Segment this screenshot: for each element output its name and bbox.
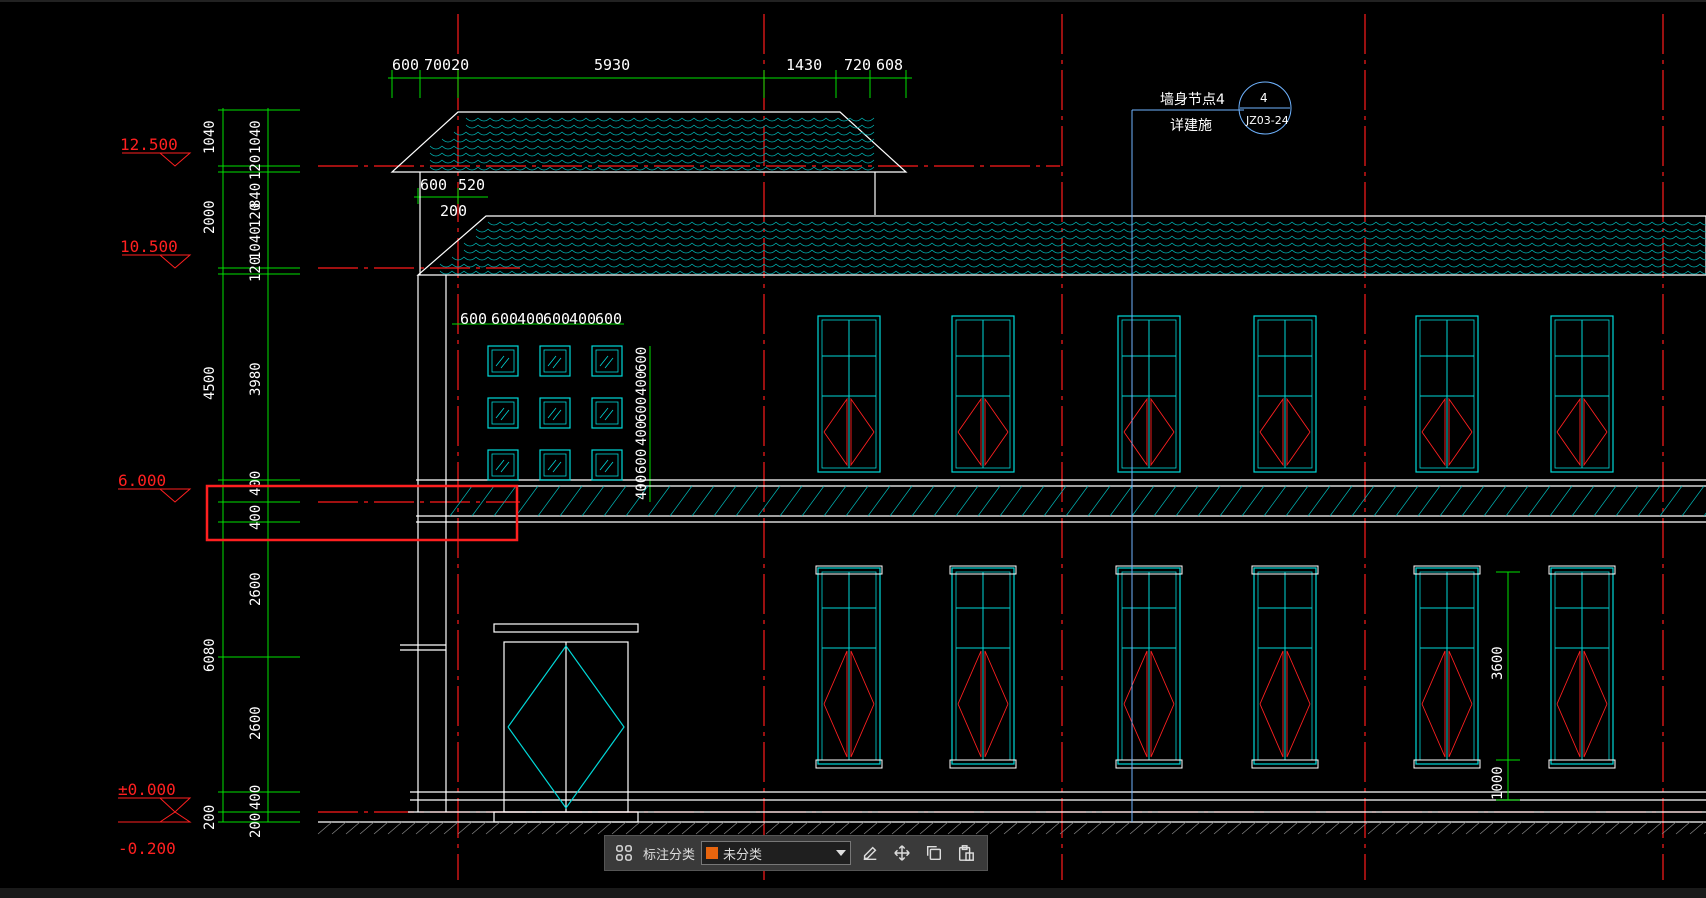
win-dim-2: 600 [491, 310, 518, 328]
win-dim-5: 400 [569, 310, 596, 328]
left-inner-1: 1040 [248, 120, 264, 154]
category-color-swatch [706, 847, 719, 859]
win-vdim-3: 400 [634, 421, 650, 446]
callout-line2: 详建施 [1170, 118, 1212, 134]
win-vdim-5: 400 [634, 371, 650, 396]
callout-line1: 墙身节点4 [1160, 92, 1225, 108]
top-dim-5: 720 [844, 56, 871, 74]
left-inner-10: 2600 [248, 572, 264, 606]
left-inner-6: 120 [248, 257, 264, 282]
left-inner-2: 120 [248, 155, 264, 180]
left-outer-1: 1040 [202, 120, 218, 154]
elev-0000: ±0.000 [118, 780, 176, 799]
left-inner-8: 400 [248, 471, 264, 496]
win-vdim-6: 600 [634, 347, 650, 372]
roof-tile-pattern [429, 117, 1706, 275]
left-inner-4: 120 [248, 203, 264, 228]
win-dim-4: 600 [543, 310, 570, 328]
left-inner-11: 2600 [248, 706, 264, 740]
win-dim-6: 600 [595, 310, 622, 328]
axis-grid-lines [318, 14, 1706, 880]
right-dim-1: 3600 [1490, 646, 1506, 680]
category-select[interactable]: 未分类 [701, 841, 852, 865]
grid-apps-icon[interactable] [611, 840, 637, 866]
right-dimension [1496, 571, 1520, 801]
left-outer-5: 200 [202, 805, 218, 830]
top-dim-4: 1430 [786, 56, 822, 74]
left-outer-2: 2000 [202, 200, 218, 234]
windows-group [815, 315, 1616, 769]
win-dim-3: 400 [517, 310, 544, 328]
top-dim-6: 608 [876, 56, 903, 74]
cad-drawing-canvas[interactable]: 600 70020 5930 1430 720 608 600 520 200 … [0, 0, 1706, 898]
win-dim-1: 600 [460, 310, 487, 328]
chevron-down-icon [836, 850, 847, 856]
callout-num: 4 [1260, 91, 1268, 105]
elev-12500: 12.500 [120, 135, 178, 154]
status-strip [0, 888, 1706, 898]
left-inner-9: 400 [248, 505, 264, 530]
top-dim-2: 70020 [424, 56, 469, 74]
copy-icon[interactable] [921, 840, 947, 866]
top-dim-1: 600 [392, 56, 419, 74]
left-outer-4: 6080 [202, 638, 218, 672]
left-outer-3: 4500 [202, 366, 218, 400]
toolbar-label: 标注分类 [643, 847, 696, 863]
small-windows-group [487, 345, 623, 481]
roof-dim-3: 200 [440, 202, 467, 220]
detail-callout [1131, 81, 1292, 822]
win-vdim-1: 400 [634, 475, 650, 500]
left-inner-7: 3980 [248, 362, 264, 396]
roof-dim-2: 520 [458, 176, 485, 194]
left-inner-12: 400 [248, 785, 264, 810]
win-vdim-4: 600 [634, 397, 650, 422]
paste-icon[interactable] [953, 840, 979, 866]
edit-icon[interactable] [857, 840, 883, 866]
right-dim-2: 1000 [1490, 766, 1506, 800]
left-inner-13: 200 [248, 813, 264, 838]
category-selected-value: 未分类 [723, 847, 763, 863]
building-elevation [318, 111, 1706, 823]
move-icon[interactable] [889, 840, 915, 866]
win-vdim-2: 600 [634, 449, 650, 474]
elev-minus200: -0.200 [118, 839, 176, 858]
roof-dim-1: 600 [420, 176, 447, 194]
left-inner-5: 1040 [248, 226, 264, 260]
elev-6000: 6.000 [118, 471, 166, 490]
annotation-toolbar: 标注分类 未分类 [604, 835, 988, 871]
ground-hatch [317, 821, 1706, 835]
callout-ref: JZ03-24 [1245, 114, 1289, 127]
top-dim-3: 5930 [594, 56, 630, 74]
elev-10500: 10.500 [120, 237, 178, 256]
